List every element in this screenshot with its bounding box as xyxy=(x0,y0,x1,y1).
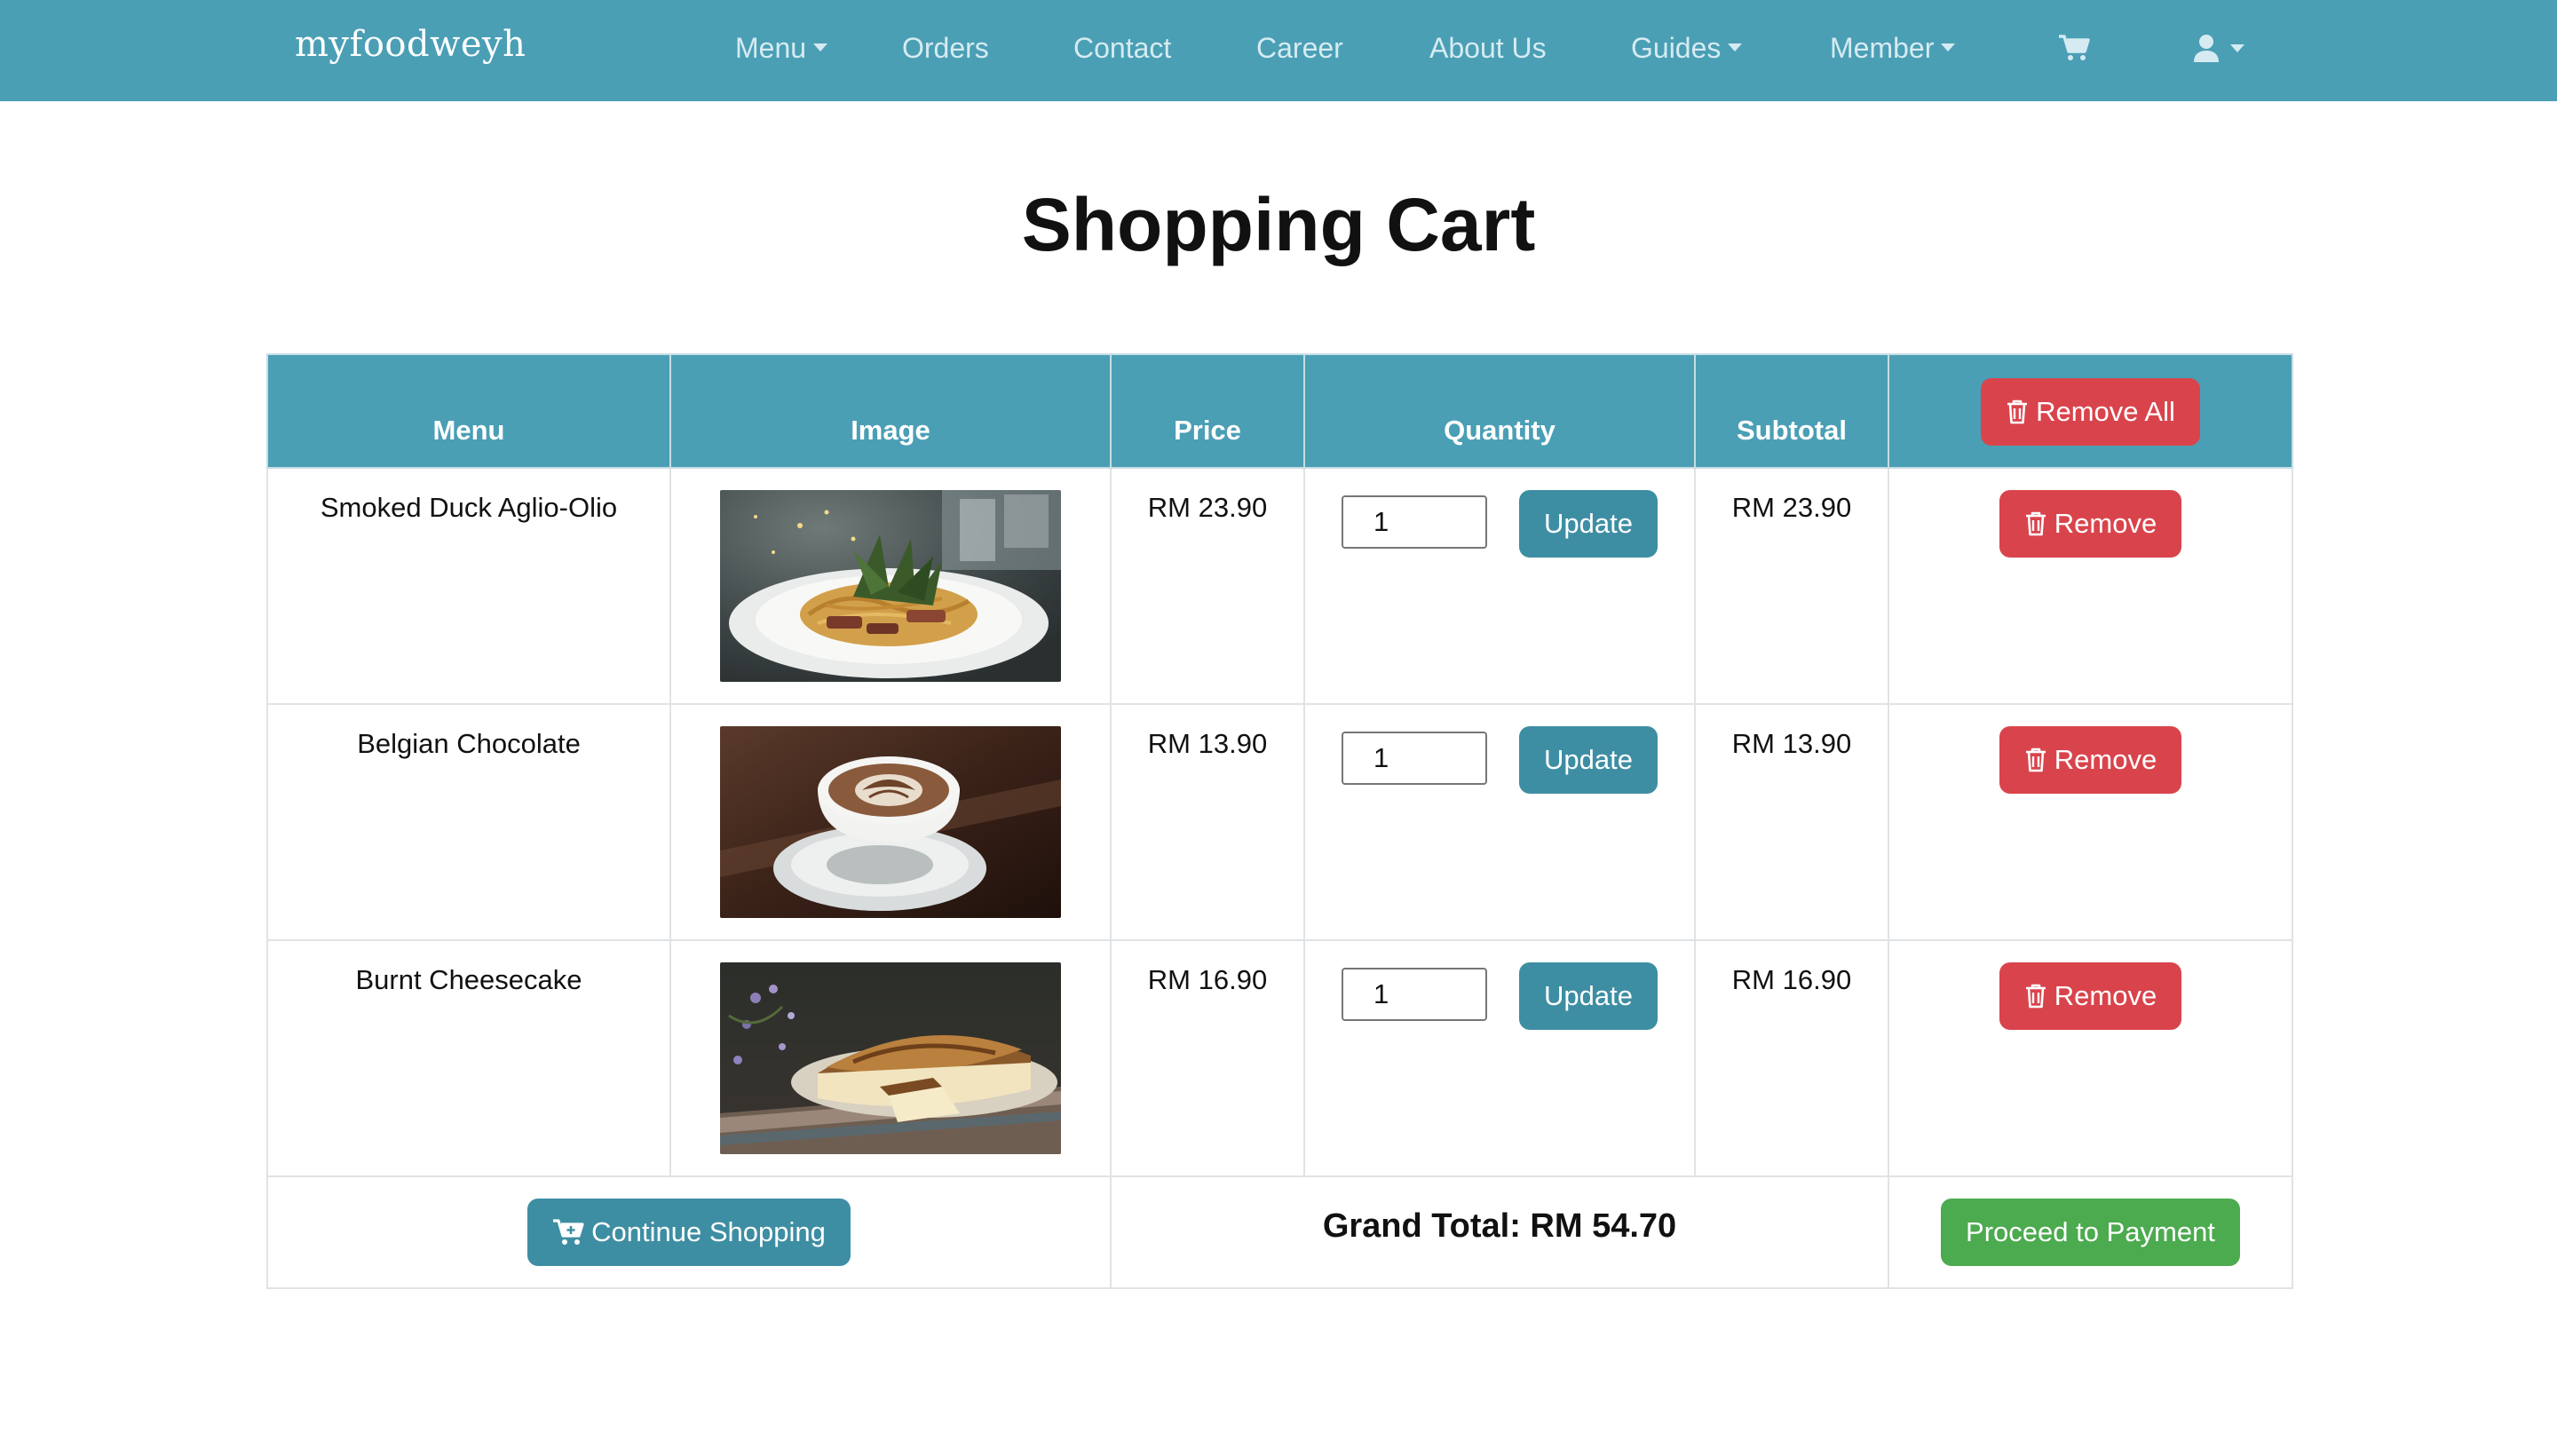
nav-guides-dropdown[interactable]: Guides xyxy=(1631,30,1743,66)
action-cell: Remove xyxy=(1888,703,2293,941)
page-title: Shopping Cart xyxy=(1021,183,1536,266)
chevron-down-icon xyxy=(1728,44,1743,52)
trash-icon xyxy=(2024,983,2047,1009)
quantity-cell: Update xyxy=(1303,467,1696,705)
item-image-cell xyxy=(669,467,1112,705)
item-name: Burnt Cheesecake xyxy=(266,939,671,1177)
food-image-cheesecake xyxy=(720,962,1061,1154)
remove-label: Remove xyxy=(2054,508,2157,539)
table-header-row: Menu Image Price Quantity Subtotal Remov… xyxy=(266,353,2293,469)
trash-icon xyxy=(2006,399,2029,425)
cart-icon[interactable] xyxy=(2058,30,2090,66)
trash-icon xyxy=(2024,747,2047,773)
header-image: Image xyxy=(669,353,1112,469)
brand-logo[interactable]: myfoodweyh xyxy=(295,24,526,65)
nav-orders[interactable]: Orders xyxy=(902,30,989,66)
table-row: Burnt Cheesecake RM 16.90 1 Update RM 16… xyxy=(266,939,2293,1177)
header-menu: Menu xyxy=(266,353,671,469)
proceed-cell: Proceed to Payment xyxy=(1888,1175,2293,1289)
item-name: Smoked Duck Aglio-Olio xyxy=(266,467,671,705)
table-footer-row: Continue Shopping Grand Total: RM 54.70 … xyxy=(266,1175,2293,1289)
remove-all-button[interactable]: Remove All xyxy=(1981,378,2200,446)
top-navbar: myfoodweyh Menu Orders Contact Career Ab… xyxy=(0,0,2557,101)
item-subtotal: RM 13.90 xyxy=(1694,703,1889,941)
food-image-chocolate xyxy=(720,726,1061,918)
quantity-cell: Update xyxy=(1303,939,1696,1177)
chevron-down-icon xyxy=(813,44,828,52)
update-button[interactable]: Update xyxy=(1519,490,1658,558)
trash-icon xyxy=(2024,510,2047,537)
nav-menu-dropdown[interactable]: Menu xyxy=(735,30,828,66)
continue-shopping-label: Continue Shopping xyxy=(591,1216,826,1247)
nav-career[interactable]: Career xyxy=(1256,30,1343,66)
action-cell: Remove xyxy=(1888,939,2293,1177)
quantity-controls: Update xyxy=(1305,962,1694,1030)
remove-button[interactable]: Remove xyxy=(1999,490,2182,558)
table-row: Smoked Duck Aglio-Olio RM 23.90 1 Update… xyxy=(266,467,2293,705)
quantity-cell: Update xyxy=(1303,703,1696,941)
item-name: Belgian Chocolate xyxy=(266,703,671,941)
item-price: RM 23.90 xyxy=(1110,467,1305,705)
item-image-cell xyxy=(669,703,1112,941)
remove-all-label: Remove All xyxy=(2036,396,2175,427)
remove-button[interactable]: Remove xyxy=(1999,962,2182,1030)
header-subtotal: Subtotal xyxy=(1694,353,1889,469)
quantity-controls: Update xyxy=(1305,490,1694,558)
quantity-input[interactable] xyxy=(1342,495,1488,549)
remove-button[interactable]: Remove xyxy=(1999,726,2182,794)
nav-contact[interactable]: Contact xyxy=(1073,30,1171,66)
nav-about-us[interactable]: About Us xyxy=(1429,30,1547,66)
chevron-down-icon xyxy=(2230,44,2244,52)
quantity-controls: Update xyxy=(1305,726,1694,794)
item-image-cell xyxy=(669,939,1112,1177)
proceed-to-payment-button[interactable]: Proceed to Payment xyxy=(1941,1199,2240,1266)
remove-label: Remove xyxy=(2054,980,2157,1011)
remove-label: Remove xyxy=(2054,744,2157,775)
item-subtotal: RM 23.90 xyxy=(1694,467,1889,705)
grand-total: Grand Total: RM 54.70 xyxy=(1322,1207,1677,1245)
cart-table: Menu Image Price Quantity Subtotal Remov… xyxy=(266,353,2293,1289)
quantity-input[interactable] xyxy=(1342,968,1488,1021)
update-button[interactable]: Update xyxy=(1519,726,1658,794)
item-price: RM 13.90 xyxy=(1110,703,1305,941)
user-menu-dropdown[interactable] xyxy=(2193,30,2244,66)
food-image-pasta xyxy=(720,490,1061,682)
chevron-down-icon xyxy=(1941,44,1956,52)
update-button[interactable]: Update xyxy=(1519,962,1658,1030)
header-quantity: Quantity xyxy=(1303,353,1696,469)
cart-plus-icon xyxy=(552,1219,584,1246)
table-row: Belgian Chocolate RM 13.90 1 Update RM 1… xyxy=(266,703,2293,941)
user-icon xyxy=(2193,34,2220,62)
continue-cell: Continue Shopping xyxy=(266,1175,1112,1289)
nav-menu-label: Menu xyxy=(735,32,807,64)
item-subtotal: RM 16.90 xyxy=(1694,939,1889,1177)
nav-member-label: Member xyxy=(1830,32,1935,64)
quantity-input[interactable] xyxy=(1342,732,1488,785)
nav-member-dropdown[interactable]: Member xyxy=(1830,30,1956,66)
header-action: Remove All xyxy=(1888,353,2293,469)
item-price: RM 16.90 xyxy=(1110,939,1305,1177)
nav-guides-label: Guides xyxy=(1631,32,1722,64)
header-price: Price xyxy=(1110,353,1305,469)
continue-shopping-button[interactable]: Continue Shopping xyxy=(527,1199,851,1266)
action-cell: Remove xyxy=(1888,467,2293,705)
grand-total-cell: Grand Total: RM 54.70 xyxy=(1110,1175,1889,1289)
